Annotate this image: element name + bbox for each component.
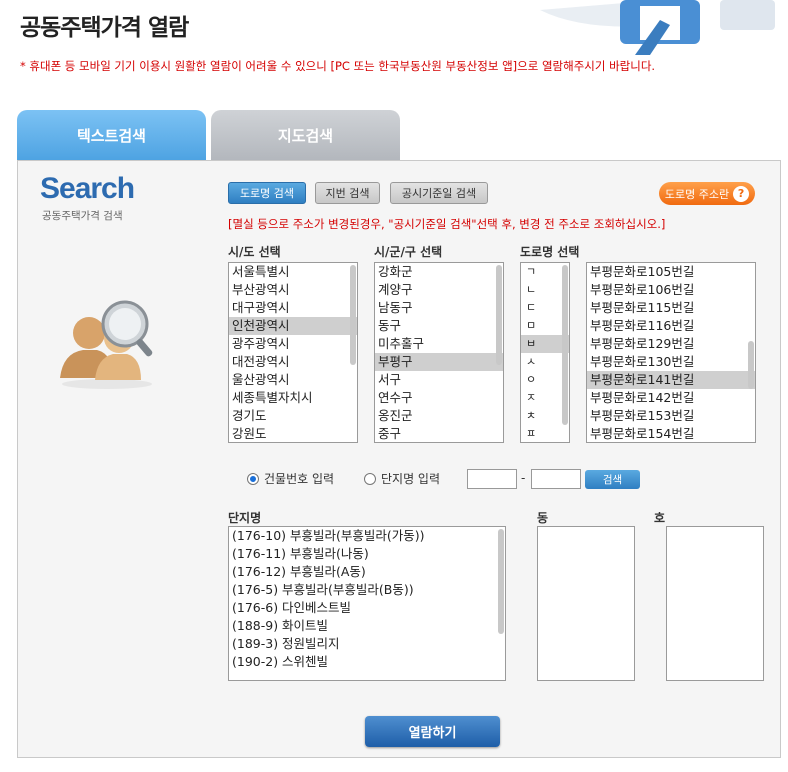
header-illustration bbox=[540, 0, 775, 55]
list-item[interactable]: 부평문화로129번길 bbox=[587, 335, 755, 353]
complex-name-radio[interactable]: 단지명 입력 bbox=[364, 470, 440, 487]
list-item[interactable]: 인천광역시 bbox=[229, 317, 357, 335]
address-change-warning: [멸실 등으로 주소가 변경된경우, "공시기준일 검색"선택 후, 변경 전 … bbox=[228, 217, 666, 231]
list-item[interactable]: 부평문화로115번길 bbox=[587, 299, 755, 317]
list-item[interactable]: 서구 bbox=[375, 371, 503, 389]
complex-list-label: 단지명 bbox=[228, 511, 262, 525]
initial-consonant-listbox[interactable]: ㄱㄴㄷㅁㅂㅅㅇㅈㅊㅍ bbox=[520, 262, 570, 443]
sido-scrollbar[interactable] bbox=[350, 265, 356, 365]
road-help-label: 도로명 주소란 bbox=[664, 187, 730, 201]
sigungu-listbox[interactable]: 강화군 계양구 남동구 동구 미추홀구 부평구 서구 연수구 옹진군 중구 bbox=[374, 262, 504, 443]
complex-listbox[interactable]: (176-10) 부흥빌라(부흥빌라(가동)) (176-11) 부흥빌라(나동)… bbox=[228, 526, 506, 681]
list-item[interactable]: 부평문화로105번길 bbox=[587, 263, 755, 281]
list-item[interactable]: (189-3) 정원빌리지 bbox=[229, 635, 505, 653]
sigungu-label: 시/군/구 선택 bbox=[374, 245, 443, 259]
list-item[interactable]: (176-5) 부흥빌라(부흥빌라(B동)) bbox=[229, 581, 505, 599]
view-button[interactable]: 열람하기 bbox=[365, 716, 500, 747]
building-number-radio[interactable]: 건물번호 입력 bbox=[247, 470, 334, 487]
question-icon: ? bbox=[733, 185, 750, 202]
ho-list-label: 호 bbox=[654, 511, 666, 525]
dong-list-label: 동 bbox=[537, 511, 549, 525]
ho-listbox[interactable] bbox=[666, 526, 764, 681]
list-item[interactable]: 강원도 bbox=[229, 425, 357, 442]
list-item[interactable]: (176-10) 부흥빌라(부흥빌라(가동)) bbox=[229, 527, 505, 545]
lot-search-button[interactable]: 지번 검색 bbox=[315, 182, 380, 204]
tab-text-search[interactable]: 텍스트검색 bbox=[17, 110, 206, 160]
sigungu-scrollbar[interactable] bbox=[496, 265, 502, 365]
search-button[interactable]: 검색 bbox=[585, 470, 640, 489]
complex-radio-label: 단지명 입력 bbox=[381, 472, 441, 486]
list-item[interactable]: 울산광역시 bbox=[229, 371, 357, 389]
road-name-listbox[interactable]: 부평문화로105번길 부평문화로106번길 부평문화로115번길 부평문화로116번길… bbox=[586, 262, 756, 443]
list-item[interactable]: (176-6) 다인베스트빌 bbox=[229, 599, 505, 617]
number-dash: - bbox=[521, 471, 526, 485]
search-logo-subtitle: 공동주택가격 검색 bbox=[42, 210, 123, 222]
list-item[interactable]: (176-12) 부흥빌라(A동) bbox=[229, 563, 505, 581]
search-logo-title: Search bbox=[40, 172, 135, 205]
list-item[interactable]: (188-9) 화이트빌 bbox=[229, 617, 505, 635]
tab-map-search[interactable]: 지도검색 bbox=[211, 110, 400, 160]
mobile-notice: * 휴대폰 등 모바일 기기 이용시 원활한 열람이 어려울 수 있으니 [PC… bbox=[20, 59, 656, 73]
list-item[interactable]: 광주광역시 bbox=[229, 335, 357, 353]
building-main-number-input[interactable] bbox=[467, 469, 517, 489]
list-item[interactable]: 부평문화로130번길 bbox=[587, 353, 755, 371]
road-label: 도로명 선택 bbox=[520, 245, 580, 259]
list-item[interactable]: ㅍ bbox=[521, 425, 569, 442]
magnifier-person-icon bbox=[60, 300, 153, 389]
road-address-help-button[interactable]: 도로명 주소란 ? bbox=[659, 182, 755, 205]
list-item[interactable]: 부평문화로141번길 bbox=[587, 371, 755, 389]
list-item[interactable]: 강화군 bbox=[375, 263, 503, 281]
list-item[interactable]: 부평문화로116번길 bbox=[587, 317, 755, 335]
list-item[interactable]: 옹진군 bbox=[375, 407, 503, 425]
list-item[interactable]: 부평문화로106번길 bbox=[587, 281, 755, 299]
sido-listbox[interactable]: 서울특별시 부산광역시 대구광역시 인천광역시 광주광역시 대전광역시 울산광역시 세종특별자… bbox=[228, 262, 358, 443]
initial-scrollbar[interactable] bbox=[562, 265, 568, 425]
list-item[interactable]: 대전광역시 bbox=[229, 353, 357, 371]
sido-label: 시/도 선택 bbox=[228, 245, 281, 259]
road-search-button[interactable]: 도로명 검색 bbox=[228, 182, 306, 204]
date-search-button[interactable]: 공시기준일 검색 bbox=[390, 182, 488, 204]
list-item[interactable]: 부평구 bbox=[375, 353, 503, 371]
list-item[interactable]: 부평문화로154번길 bbox=[587, 425, 755, 442]
list-item[interactable]: 대구광역시 bbox=[229, 299, 357, 317]
building-radio-label: 건물번호 입력 bbox=[264, 472, 335, 486]
list-item[interactable]: 동구 bbox=[375, 317, 503, 335]
list-item[interactable]: 부산광역시 bbox=[229, 281, 357, 299]
list-item[interactable]: (176-11) 부흥빌라(나동) bbox=[229, 545, 505, 563]
list-item[interactable]: 부평문화로142번길 bbox=[587, 389, 755, 407]
complex-scrollbar[interactable] bbox=[498, 529, 504, 634]
building-sub-number-input[interactable] bbox=[531, 469, 581, 489]
list-item[interactable]: 세종특별자치시 bbox=[229, 389, 357, 407]
list-item[interactable]: 연수구 bbox=[375, 389, 503, 407]
complex-radio-dot[interactable] bbox=[364, 472, 376, 485]
dong-listbox[interactable] bbox=[537, 526, 635, 681]
list-item[interactable]: (190-2) 스위첸빌 bbox=[229, 653, 505, 671]
list-item[interactable]: 중구 bbox=[375, 425, 503, 442]
list-item[interactable]: 경기도 bbox=[229, 407, 357, 425]
list-item[interactable]: 미추홀구 bbox=[375, 335, 503, 353]
list-item[interactable]: 남동구 bbox=[375, 299, 503, 317]
road-scrollbar[interactable] bbox=[748, 341, 754, 389]
list-item[interactable]: 서울특별시 bbox=[229, 263, 357, 281]
page-title: 공동주택가격 열람 bbox=[20, 15, 189, 41]
building-radio-dot[interactable] bbox=[247, 472, 259, 485]
list-item[interactable]: 계양구 bbox=[375, 281, 503, 299]
list-item[interactable]: 부평문화로153번길 bbox=[587, 407, 755, 425]
